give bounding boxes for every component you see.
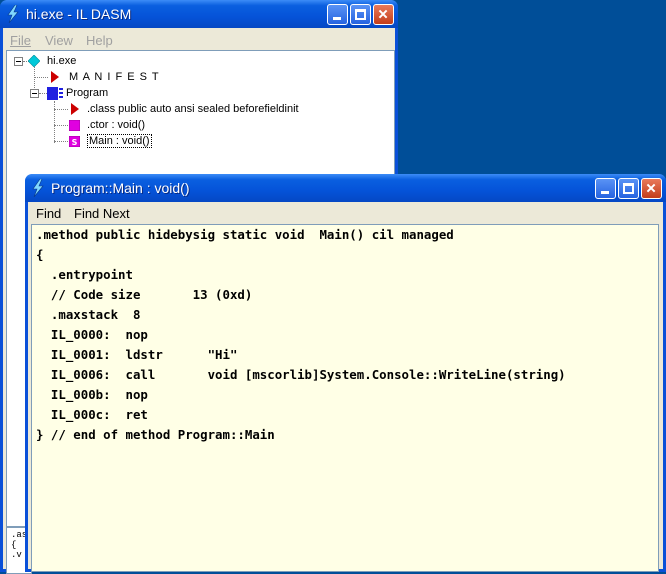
window-title: hi.exe - IL DASM (26, 6, 132, 22)
diamond-icon (28, 55, 40, 67)
maximize-icon (355, 9, 366, 20)
method-disassembly-window: Program::Main : void() Find Find Next .m… (25, 174, 666, 572)
close-icon (646, 183, 656, 193)
menu-find[interactable]: Find (36, 206, 61, 221)
close-button[interactable] (373, 4, 394, 25)
menu-help[interactable]: Help (86, 33, 113, 48)
menu-find-next[interactable]: Find Next (74, 206, 130, 221)
tree-item-root[interactable]: hi.exe (47, 55, 76, 67)
title-bar[interactable]: Program::Main : void() (25, 174, 666, 202)
maximize-button[interactable] (618, 178, 639, 199)
triangle-right-icon (51, 71, 59, 83)
tree-item-main[interactable]: Main : void() (87, 134, 152, 148)
collapse-root-icon[interactable] (14, 57, 23, 66)
code-line: IL_000c: ret (36, 407, 148, 422)
window-title: Program::Main : void() (51, 180, 190, 196)
minimize-icon (601, 191, 609, 194)
triangle-right-icon (71, 103, 79, 115)
minimize-button[interactable] (327, 4, 348, 25)
code-line: .entrypoint (36, 267, 133, 282)
code-line: IL_000b: nop (36, 387, 148, 402)
ildasm-lightning-icon (7, 5, 19, 23)
il-code-view[interactable]: .method public hidebysig static void Mai… (31, 224, 659, 572)
code-line: IL_0006: call void [mscorlib]System.Cons… (36, 367, 566, 382)
menu-file[interactable]: File (10, 33, 31, 48)
collapse-program-icon[interactable] (30, 89, 39, 98)
method-square-icon (69, 120, 80, 131)
maximize-button[interactable] (350, 4, 371, 25)
menu-bar: Find Find Next (28, 203, 663, 223)
close-icon (378, 9, 388, 19)
tree-item-manifest[interactable]: M A N I F E S T (69, 71, 160, 83)
close-button[interactable] (641, 178, 662, 199)
menu-view[interactable]: View (45, 33, 73, 48)
class-block-icon (47, 87, 63, 100)
tree-item-ctor[interactable]: .ctor : void() (87, 119, 145, 131)
tree-item-program[interactable]: Program (66, 87, 108, 99)
code-line: IL_0000: nop (36, 327, 148, 342)
code-line: .maxstack 8 (36, 307, 141, 322)
minimize-icon (333, 17, 341, 20)
menu-bar: File View Help (3, 30, 395, 50)
code-line: } // end of method Program::Main (36, 427, 275, 442)
code-line: // Code size 13 (0xd) (36, 287, 253, 302)
code-line: .method public hidebysig static void Mai… (36, 227, 454, 242)
svg-text:S: S (72, 138, 78, 147)
title-bar[interactable]: hi.exe - IL DASM (0, 0, 398, 28)
maximize-icon (623, 183, 634, 194)
ildasm-lightning-icon (32, 179, 44, 197)
minimize-button[interactable] (595, 178, 616, 199)
code-line: { (36, 247, 44, 262)
tree-item-class-declaration[interactable]: .class public auto ansi sealed beforefie… (87, 103, 299, 115)
static-method-icon: S (69, 136, 80, 147)
code-line: IL_0001: ldstr "Hi" (36, 347, 238, 362)
